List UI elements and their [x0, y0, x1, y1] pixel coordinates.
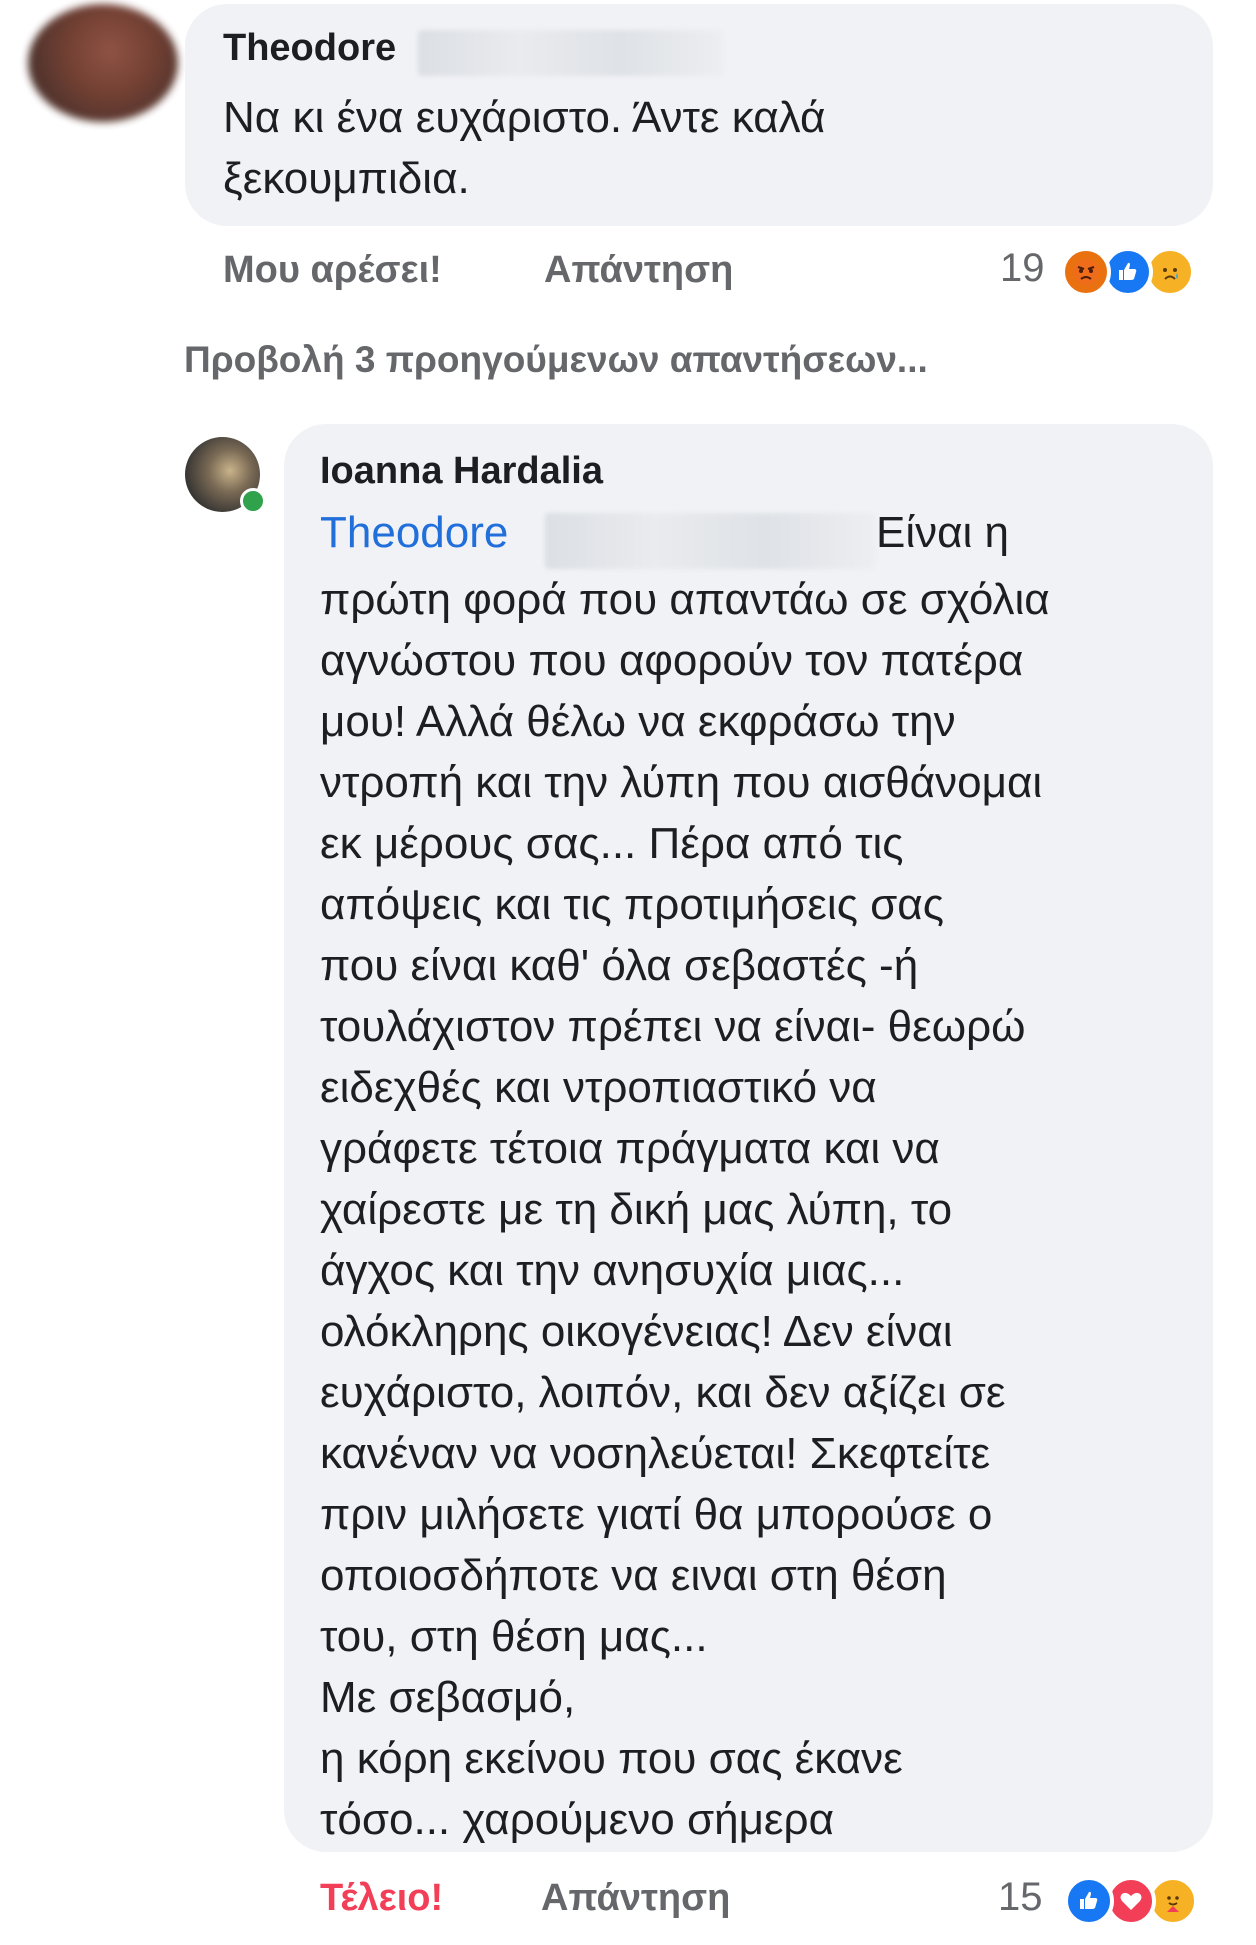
angry-icon[interactable] — [1061, 247, 1111, 297]
reply-button[interactable]: Απάντηση — [544, 249, 733, 292]
redacted-name — [418, 30, 723, 76]
reply-text-start: Είναι η — [876, 508, 1010, 557]
comment-text: Να κι ένα ευχάριστο. Άντε καλά ξεκουμπιδ… — [223, 93, 826, 203]
mention-link[interactable]: Theodore — [320, 508, 508, 558]
reaction-count[interactable]: 15 — [998, 1875, 1043, 1920]
view-previous-replies-link[interactable]: Προβολή 3 προηγούμενων απαντήσεων... — [184, 339, 928, 381]
like-button[interactable]: Μου αρέσει! — [223, 249, 442, 292]
online-status-icon — [240, 488, 266, 514]
reply-author[interactable]: Ioanna Hardalia — [320, 450, 603, 493]
reply-text: πρώτη φορά που απαντάω σε σχόλια αγνώστο… — [320, 575, 1050, 1844]
redacted-name — [545, 513, 875, 569]
reacted-like-button[interactable]: Τέλειο! — [320, 1877, 443, 1920]
reply-button[interactable]: Απάντηση — [541, 1877, 730, 1920]
avatar[interactable] — [28, 4, 178, 122]
comment-author[interactable]: Theodore — [223, 27, 396, 70]
comment-thread: Theodore Να κι ένα ευχάριστο. Άντε καλά … — [0, 0, 1256, 1945]
like-icon[interactable] — [1064, 1876, 1114, 1926]
reaction-count[interactable]: 19 — [1000, 246, 1045, 291]
